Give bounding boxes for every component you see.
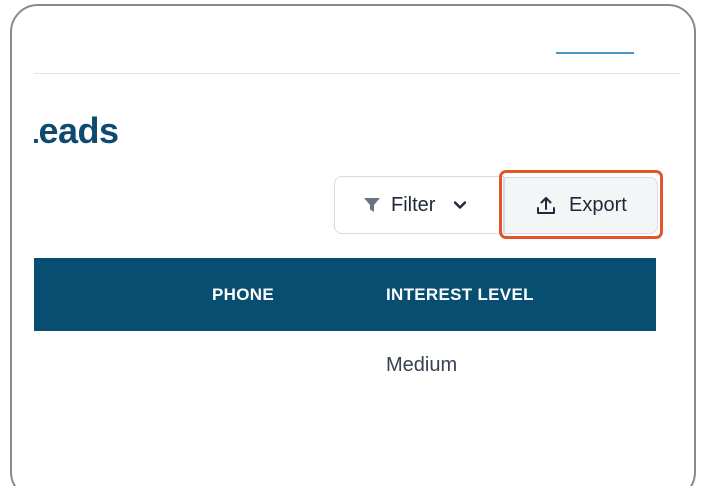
upload-icon (535, 195, 557, 217)
header-divider (34, 73, 680, 74)
funnel-icon (363, 196, 381, 214)
export-button[interactable]: Export (504, 177, 658, 234)
filter-button[interactable]: Filter (334, 176, 504, 234)
column-header-phone[interactable]: PHONE (212, 258, 274, 331)
active-tab-underline (556, 52, 634, 54)
column-header-interest-level[interactable]: INTEREST LEVEL (386, 258, 534, 331)
chevron-down-icon (453, 198, 467, 212)
screenshot-canvas: Leads Filter Ex (0, 0, 704, 486)
page-title: Leads (34, 110, 119, 151)
filter-button-label: Filter (391, 193, 436, 216)
table-header: PHONE INTEREST LEVEL (34, 258, 656, 331)
export-button-label: Export (569, 194, 627, 216)
interest-level-cell: Medium (386, 354, 458, 376)
app-window: Leads Filter Ex (10, 4, 696, 486)
